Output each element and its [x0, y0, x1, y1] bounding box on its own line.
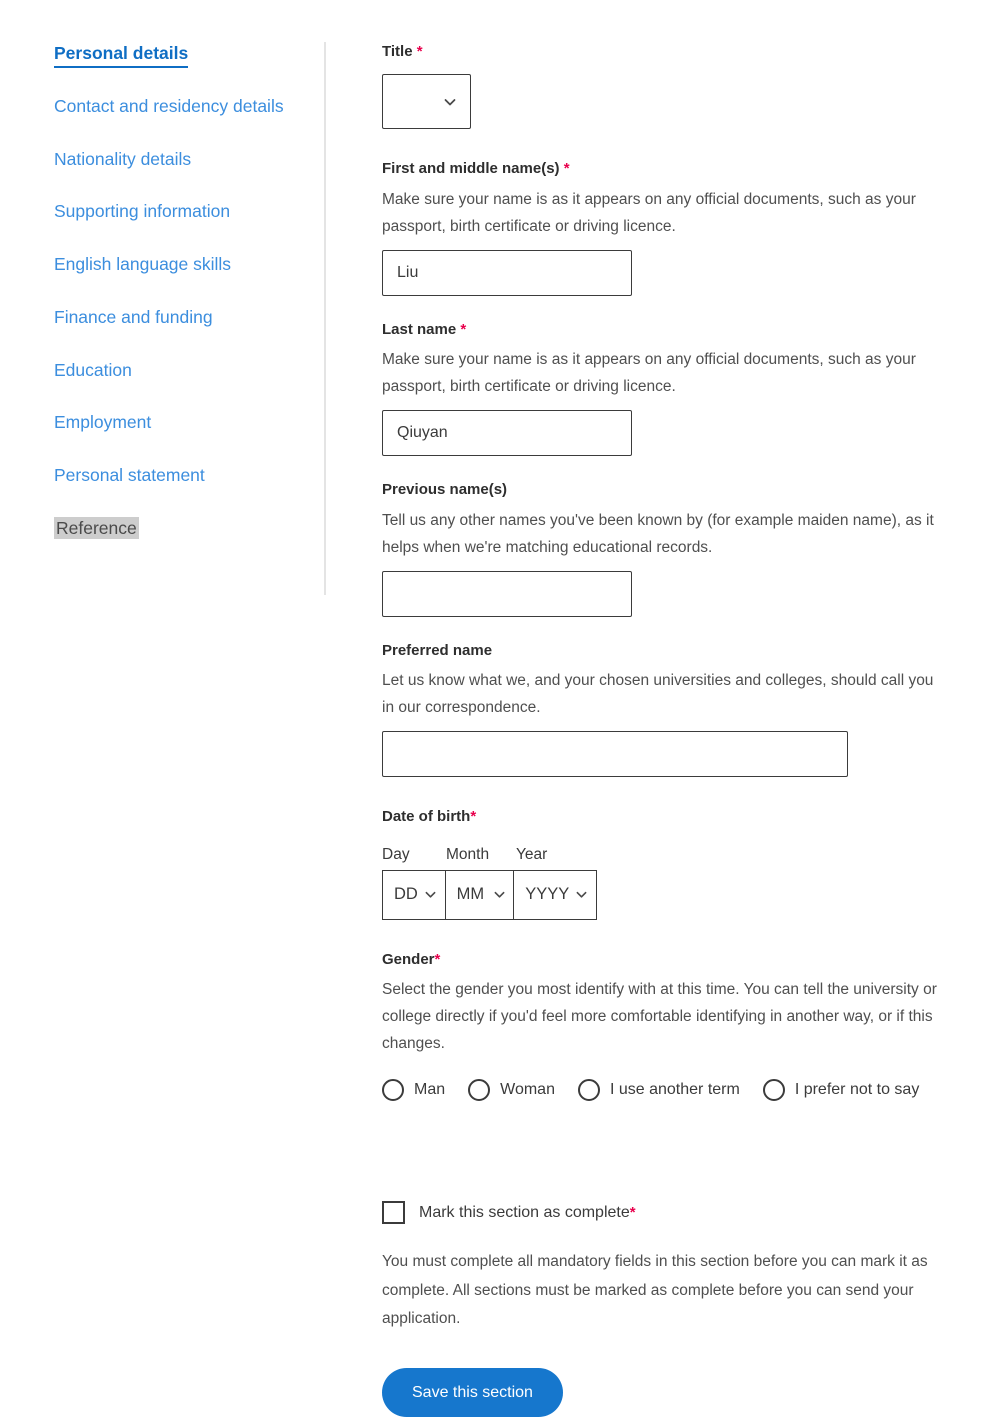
field-title-label-text: Title — [382, 43, 413, 60]
last-name-input[interactable] — [382, 410, 632, 457]
sidebar-link-employment[interactable]: Employment — [54, 412, 151, 432]
mark-complete-row: Mark this section as complete* — [382, 1201, 964, 1225]
field-title-label: Title * — [382, 42, 964, 62]
sidebar-link-supporting-information[interactable]: Supporting information — [54, 201, 230, 221]
gender-radio-group: Man Woman I use another term I prefer no… — [382, 1079, 964, 1102]
application-form-page: Personal details Contact and residency d… — [0, 0, 1000, 1418]
chevron-down-icon — [494, 889, 506, 901]
sidebar-link-english-language-skills[interactable]: English language skills — [54, 254, 231, 274]
sidebar-link-education[interactable]: Education — [54, 360, 132, 380]
field-previous-names-label: Previous name(s) — [382, 480, 964, 500]
date-of-birth-selects: DD MM YYYY — [382, 869, 964, 920]
first-middle-names-input[interactable] — [382, 249, 632, 296]
field-gender: Gender* Select the gender you most ident… — [382, 950, 964, 1102]
field-preferred-name-label-text: Preferred name — [382, 641, 493, 659]
field-title: Title * — [382, 42, 964, 130]
sidebar-item-finance-and-funding: Finance and funding — [54, 306, 326, 329]
radio-icon — [762, 1079, 785, 1102]
field-first-middle-names-label: First and middle name(s) * — [382, 159, 964, 179]
required-asterisk: * — [470, 808, 477, 826]
sidebar-link-personal-details[interactable]: Personal details — [54, 43, 189, 68]
sidebar-link-personal-statement[interactable]: Personal statement — [54, 465, 205, 485]
date-of-birth-sublabels: Day Month Year — [382, 846, 964, 864]
field-last-name-label-text: Last name — [382, 320, 457, 338]
required-asterisk: * — [434, 950, 441, 968]
gender-option-another-term-label: I use another term — [609, 1081, 740, 1099]
field-previous-names-hint: Tell us any other names you've been know… — [382, 511, 934, 556]
field-first-middle-names-label-text: First and middle name(s) — [382, 160, 560, 178]
chevron-down-icon — [576, 889, 588, 901]
sidebar-item-personal-details: Personal details — [54, 42, 326, 68]
save-this-section-button[interactable]: Save this section — [382, 1368, 563, 1418]
field-preferred-name-label: Preferred name — [382, 641, 964, 661]
sidebar-item-contact-and-residency-details: Contact and residency details — [54, 95, 326, 118]
mark-complete-label: Mark this section as complete* — [419, 1204, 636, 1222]
field-preferred-name-hint: Let us know what we, and your chosen uni… — [382, 672, 934, 717]
gender-option-man-label: Man — [414, 1081, 446, 1099]
sidebar-item-supporting-information: Supporting information — [54, 200, 326, 223]
year-select[interactable]: YYYY — [513, 869, 598, 920]
personal-details-form: Title * First and middle name(s) * Make … — [326, 42, 1000, 1418]
chevron-down-icon — [444, 96, 456, 108]
sidebar-link-nationality-details[interactable]: Nationality details — [54, 149, 191, 169]
field-last-name-hint: Make sure your name is as it appears on … — [382, 351, 916, 396]
field-previous-names-label-text: Previous name(s) — [382, 481, 508, 499]
field-gender-label-text: Gender — [382, 950, 435, 968]
field-preferred-name: Preferred name Let us know what we, and … — [382, 641, 964, 778]
gender-option-woman[interactable]: Woman — [468, 1079, 555, 1102]
sidebar-link-contact-and-residency-details[interactable]: Contact and residency details — [54, 96, 284, 116]
radio-icon — [382, 1079, 404, 1102]
field-last-name: Last name * Make sure your name is as it… — [382, 320, 964, 457]
gender-option-woman-label: Woman — [500, 1081, 555, 1099]
mark-complete-label-text: Mark this section as complete — [419, 1203, 630, 1221]
required-asterisk: * — [629, 1203, 636, 1221]
sidebar-link-reference[interactable]: Reference — [54, 516, 139, 539]
chevron-down-icon — [425, 889, 437, 901]
field-date-of-birth: Date of birth* Day Month Year DD MM YYYY — [382, 807, 964, 920]
sidebar-item-personal-statement: Personal statement — [54, 464, 326, 487]
radio-icon — [577, 1079, 600, 1102]
field-gender-label: Gender* — [382, 950, 964, 970]
required-asterisk: * — [563, 160, 570, 178]
month-label: Month — [446, 845, 490, 863]
sidebar-item-employment: Employment — [54, 411, 326, 434]
sidebar-item-nationality-details: Nationality details — [54, 148, 326, 171]
field-date-of-birth-label: Date of birth* — [382, 807, 964, 827]
title-select[interactable] — [382, 74, 471, 130]
required-asterisk: * — [416, 43, 423, 60]
sidebar-divider — [324, 42, 326, 595]
sidebar-item-english-language-skills: English language skills — [54, 253, 326, 276]
field-first-middle-names: First and middle name(s) * Make sure you… — [382, 159, 964, 296]
gender-option-man[interactable]: Man — [382, 1079, 446, 1102]
field-first-middle-names-hint: Make sure your name is as it appears on … — [382, 190, 916, 235]
month-select[interactable]: MM — [444, 869, 515, 920]
required-asterisk: * — [460, 320, 467, 338]
section-navigation-sidebar: Personal details Contact and residency d… — [0, 42, 326, 1417]
sidebar-link-finance-and-funding[interactable]: Finance and funding — [54, 307, 213, 327]
day-select[interactable]: DD — [382, 869, 446, 920]
gender-option-prefer-not-to-say-label: I prefer not to say — [794, 1081, 920, 1099]
gender-option-another-term[interactable]: I use another term — [577, 1079, 740, 1102]
field-last-name-label: Last name * — [382, 320, 964, 340]
sidebar-nav-list: Personal details Contact and residency d… — [54, 42, 326, 540]
mark-complete-checkbox[interactable] — [382, 1201, 405, 1225]
gender-option-prefer-not-to-say[interactable]: I prefer not to say — [762, 1079, 920, 1102]
sidebar-item-reference: Reference — [54, 516, 326, 540]
field-date-of-birth-label-text: Date of birth — [382, 808, 471, 826]
previous-names-input[interactable] — [382, 570, 632, 617]
day-label: Day — [382, 845, 410, 863]
radio-icon — [468, 1079, 491, 1102]
field-previous-names: Previous name(s) Tell us any other names… — [382, 480, 964, 617]
year-label: Year — [516, 845, 548, 863]
mark-complete-note: You must complete all mandatory fields i… — [382, 1253, 928, 1328]
preferred-name-input[interactable] — [382, 731, 848, 778]
field-gender-hint: Select the gender you most identify with… — [382, 980, 937, 1052]
sidebar-item-education: Education — [54, 359, 326, 382]
